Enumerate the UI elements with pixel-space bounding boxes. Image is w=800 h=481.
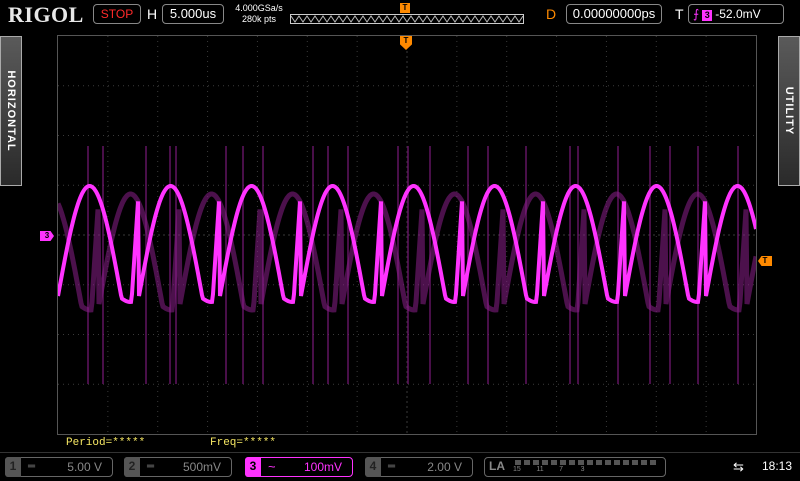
logic-channel-indicator [587, 460, 593, 465]
top-status-bar: RIGOL STOP H 5.000us 4.000GSa/s 280k pts… [0, 0, 800, 30]
logic-channel-indicator [605, 460, 611, 465]
channel3-number: 3 [245, 457, 261, 477]
trigger-label: T [675, 6, 684, 22]
memory-waveform-preview [291, 15, 523, 23]
logic-group-numbers: 15 11 7 3 [513, 466, 585, 473]
channel2-scale: 500mV [182, 460, 221, 474]
trigger-settings[interactable]: ⨍ 3 -52.0mV [688, 4, 784, 24]
utility-side-tab[interactable]: UTILITY [778, 36, 800, 186]
channel-status-bar: 1 ═ 5.00 V 2 ═ 500mV 3 ~ 100mV 4 ═ 2.00 … [0, 452, 800, 481]
horizontal-tab-label: HORIZONTAL [5, 70, 17, 152]
channel1-box[interactable]: 1 ═ 5.00 V [5, 457, 113, 477]
horizontal-label: H [147, 6, 158, 22]
logic-channel-indicator [632, 460, 638, 465]
logic-channel-indicator [641, 460, 647, 465]
channel4-scale: 2.00 V [427, 460, 462, 474]
waveform-display[interactable] [57, 35, 757, 435]
channel1-number: 1 [5, 457, 21, 477]
trigger-level-marker[interactable]: T [758, 256, 772, 266]
channel1-coupling-icon: ═ [28, 461, 36, 472]
channel3-offset-marker[interactable]: 3 [40, 231, 54, 241]
logic-channel-indicator [650, 460, 656, 465]
logic-channel-indicator [533, 460, 539, 465]
trigger-position-icon: T [400, 3, 410, 13]
horizontal-side-tab[interactable]: HORIZONTAL [0, 36, 22, 186]
channel2-number: 2 [124, 457, 140, 477]
run-stop-status[interactable]: STOP [93, 4, 141, 24]
logic-channel-indicator [569, 460, 575, 465]
channel4-coupling-icon: ═ [388, 461, 396, 472]
channel2-coupling-icon: ═ [147, 461, 155, 472]
logic-channel-indicator [524, 460, 530, 465]
sample-rate: 4.000GSa/s [235, 3, 283, 13]
channel2-box[interactable]: 2 ═ 500mV [124, 457, 232, 477]
usb-icon: ⇆ [733, 459, 744, 474]
logic-channel-indicator [560, 460, 566, 465]
channel4-number: 4 [365, 457, 381, 477]
logic-channel-indicator [578, 460, 584, 465]
frequency-measurement: Freq=***** [210, 437, 277, 449]
system-clock: 18:13 [762, 459, 793, 473]
waveform-canvas [58, 36, 756, 434]
logic-channel-indicator [614, 460, 620, 465]
logic-channel-indicator [623, 460, 629, 465]
logic-channel-indicator [551, 460, 557, 465]
rising-edge-icon: ⨍ [693, 7, 700, 21]
logic-channel-indicator [542, 460, 548, 465]
memory-overview-strip [290, 14, 524, 24]
logic-analyzer-box[interactable]: LA 15 11 7 3 [484, 457, 666, 477]
channel3-coupling-icon: ~ [268, 459, 276, 474]
trigger-level-value: -52.0mV [715, 7, 761, 21]
acquisition-info: 4.000GSa/s 280k pts [230, 3, 288, 25]
channel3-box[interactable]: 3 ~ 100mV [245, 457, 353, 477]
channel3-scale: 100mV [303, 460, 342, 474]
utility-tab-label: UTILITY [783, 86, 795, 136]
timebase-value[interactable]: 5.000us [162, 4, 224, 24]
period-measurement: Period=***** [66, 437, 146, 449]
brand-logo: RIGOL [8, 2, 84, 27]
logic-analyzer-label: LA [489, 459, 505, 473]
memory-depth: 280k pts [241, 14, 277, 24]
channel4-box[interactable]: 4 ═ 2.00 V [365, 457, 473, 477]
delay-label: D [546, 6, 557, 22]
logic-channel-indicator [596, 460, 602, 465]
trigger-source-badge: 3 [702, 10, 713, 21]
logic-channel-indicator [515, 460, 521, 465]
channel1-scale: 5.00 V [67, 460, 102, 474]
trigger-delay-value[interactable]: 0.00000000ps [566, 4, 662, 24]
